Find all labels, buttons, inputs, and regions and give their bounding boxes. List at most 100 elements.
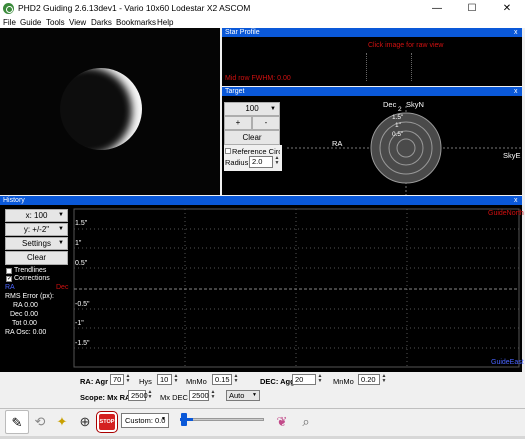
zoom-in-button[interactable]: + [224, 116, 252, 130]
target-close-icon[interactable]: x [514, 87, 518, 96]
zoom-out-button[interactable]: - [252, 116, 280, 130]
dec-rms-value: Dec 0.00 [10, 311, 39, 318]
chevron-down-icon: ▼ [58, 212, 64, 218]
ring-label-0-5: 0.5" [392, 131, 404, 138]
radius-spinner[interactable]: ▲ ▼ [273, 156, 281, 168]
loop-icon[interactable]: ⟲ [28, 410, 52, 434]
y-label-0-5: 0.5" [75, 260, 88, 267]
auto-select-star-icon[interactable]: ✦ [50, 410, 74, 434]
history-close-icon[interactable]: x [514, 196, 518, 205]
loop-exposure-pencil-icon[interactable]: ✎ [5, 410, 29, 434]
star-profile-view[interactable]: Click image for raw view Mid row FWHM: 0… [222, 37, 522, 86]
menu-help[interactable]: Help [157, 17, 173, 28]
star-profile-close-icon[interactable]: x [514, 28, 518, 37]
ra-aggression-spinner[interactable]: ▲ ▼ [124, 374, 132, 385]
target-title: Target [225, 88, 245, 95]
max-ra-duration-spinner[interactable]: ▲ ▼ [146, 390, 154, 401]
dec-legend[interactable]: Dec [56, 284, 68, 291]
radius-input[interactable]: 2.0 [249, 156, 273, 168]
menu-bookmarks[interactable]: Bookmarks [116, 17, 156, 28]
trendlines-label: Trendlines [14, 267, 47, 274]
history-graph[interactable]: 1.5" 1" 0.5" -0.5" -1" -1.5" GuideNorth … [73, 205, 524, 372]
ra-minmo-label: MnMo [186, 377, 207, 386]
y-label-neg-1: -1" [75, 320, 84, 327]
chevron-down-icon: ▼ [270, 106, 276, 112]
ra-osc-value: RA Osc: 0.00 [5, 329, 47, 336]
ring-label-1: 1" [395, 122, 401, 129]
dec-min-move-spinner[interactable]: ▲ ▼ [380, 374, 388, 385]
y-label-neg-0-5: -0.5" [75, 301, 90, 308]
maximize-button[interactable]: ☐ [455, 0, 489, 17]
hysteresis-spinner[interactable]: ▲ ▼ [172, 374, 180, 385]
dec-agg-label: DEC: Agg [260, 377, 295, 386]
brain-advanced-settings-icon[interactable]: ❦ [270, 410, 294, 434]
radius-label: Radius: [225, 158, 251, 167]
chevron-down-icon: ▼ [58, 240, 64, 246]
y-label-neg-1-5: -1.5" [75, 340, 90, 347]
y-scale-value: y: +/-2" [23, 225, 50, 234]
menu-guide[interactable]: Guide [20, 17, 41, 28]
minimize-button[interactable]: — [420, 0, 454, 17]
trendlines-checkbox[interactable] [6, 268, 12, 274]
ra-min-move-spinner[interactable]: ▲ ▼ [232, 374, 240, 385]
y-label-1: 1" [75, 240, 82, 247]
raw-view-hint: Click image for raw view [368, 42, 444, 49]
target-header: Target [222, 87, 522, 96]
ring-label-2: 2 [398, 106, 402, 113]
ra-agr-label: RA: Agr [80, 377, 109, 386]
stop-icon[interactable]: STOP [96, 411, 118, 433]
settings-label: Settings [22, 239, 51, 248]
calibration-magnifier-icon[interactable]: ⌕ [294, 410, 318, 434]
history-clear-button[interactable]: Clear [5, 251, 68, 265]
dec-aggression-spinner[interactable]: ▲ ▼ [316, 374, 324, 385]
guide-east-label: GuideEast [491, 359, 524, 366]
ra-min-move-input[interactable]: 0.15 [212, 374, 232, 385]
fwhm-readout: Mid row FWHM: 0.00 [225, 75, 291, 82]
menu-tools[interactable]: Tools [46, 17, 65, 28]
y-label-1-5: 1.5" [75, 220, 88, 227]
corrections-checkbox[interactable]: ✓ [6, 276, 12, 282]
dec-minmo-label: MnMo [333, 377, 354, 386]
max-ra-duration-input[interactable]: 2500 [128, 390, 148, 401]
exposure-duration-dropdown[interactable]: Custom: 0.0 ▼ [121, 413, 169, 428]
history-y-scale-dropdown[interactable]: y: +/-2" ▼ [5, 223, 68, 236]
target-zoom-dropdown[interactable]: 100 ▼ [224, 102, 280, 116]
history-x-scale-dropdown[interactable]: x: 100 ▼ [5, 209, 68, 222]
star-profile-title: Star Profile [225, 29, 260, 36]
ra-aggression-input[interactable]: 70 [110, 374, 124, 385]
target-clear-button[interactable]: Clear [224, 130, 280, 145]
mx-dec-label: Mx DEC [160, 393, 188, 402]
gamma-slider-handle[interactable] [181, 413, 187, 426]
ring-label-1-5: 1.5" [392, 114, 404, 121]
scope-mx-ra-label: Scope: Mx RA [80, 393, 131, 402]
dec-min-move-input[interactable]: 0.20 [358, 374, 380, 385]
menu-darks[interactable]: Darks [91, 17, 112, 28]
history-settings-dropdown[interactable]: Settings ▼ [5, 237, 68, 250]
corrections-label: Corrections [14, 275, 50, 282]
menu-view[interactable]: View [69, 17, 86, 28]
chevron-down-icon: ▼ [58, 226, 64, 232]
dec-guide-mode-dropdown[interactable]: Auto ▼ [226, 390, 260, 401]
exposure-duration-value: Custom: 0.0 [125, 416, 166, 425]
history-title: History [3, 197, 25, 204]
skyn-axis-label: SkyN [406, 100, 424, 109]
camera-image-view[interactable] [0, 28, 220, 195]
history-grid [73, 208, 520, 368]
window-title: PHD2 Guiding 2.6.13dev1 - Vario 10x60 Lo… [18, 3, 251, 13]
close-button[interactable]: ✕ [490, 0, 524, 17]
max-dec-duration-input[interactable]: 2500 [189, 390, 209, 401]
phd2-app-icon [3, 3, 14, 14]
guide-target-icon[interactable]: ⊕ [73, 410, 97, 434]
chevron-down-icon: ▼ [161, 416, 166, 422]
target-zoom-value: 100 [245, 104, 259, 113]
target-bullseye [287, 106, 522, 195]
hysteresis-input[interactable]: 10 [157, 374, 172, 385]
reference-circle-checkbox[interactable] [225, 148, 231, 154]
max-dec-duration-spinner[interactable]: ▲ ▼ [209, 390, 217, 401]
star-profile-header: Star Profile [222, 28, 522, 37]
ra-legend[interactable]: RA [5, 284, 15, 291]
menu-file[interactable]: File [3, 17, 16, 28]
dec-aggression-input[interactable]: 20 [292, 374, 316, 385]
star-profile-box [366, 53, 412, 81]
dec-guide-mode-value: Auto [229, 391, 245, 400]
